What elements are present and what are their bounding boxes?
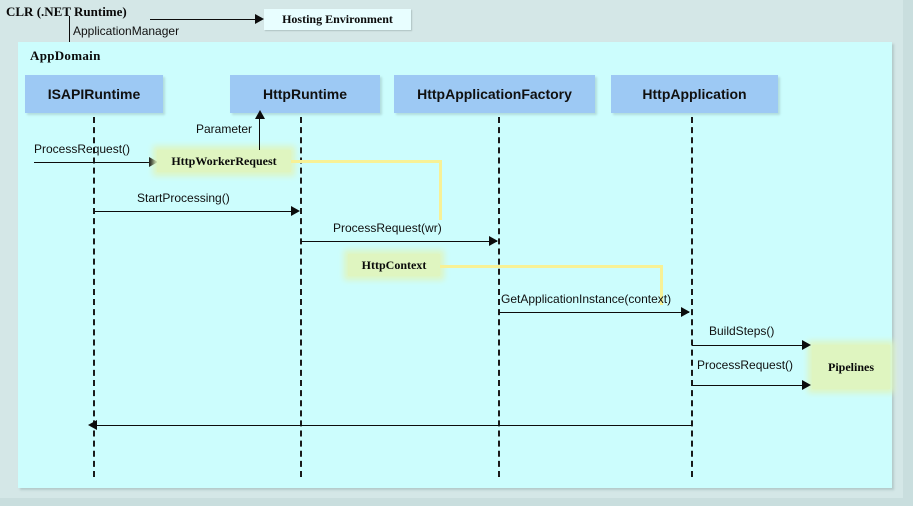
application-manager-label: ApplicationManager bbox=[73, 24, 180, 38]
appdomain-label: AppDomain bbox=[30, 48, 101, 63]
connector-http-context-horizontal bbox=[440, 265, 662, 268]
clr-to-hosting-line bbox=[150, 19, 256, 20]
actor-http-application[interactable]: HttpApplication bbox=[611, 75, 778, 113]
clr-runtime-label: CLR (.NET Runtime) bbox=[6, 4, 127, 19]
lifeline-http-runtime bbox=[300, 117, 302, 477]
actor-http-runtime[interactable]: HttpRuntime bbox=[230, 75, 380, 113]
actor-http-application-factory[interactable]: HttpApplicationFactory bbox=[394, 75, 595, 113]
message-arrowhead-build-steps bbox=[802, 340, 811, 350]
message-label-process-request-1: ProcessRequest() bbox=[34, 142, 131, 156]
return-arrowhead-to-isapi-runtime bbox=[88, 420, 97, 430]
lifeline-http-application bbox=[691, 117, 693, 477]
message-line-start-processing bbox=[94, 211, 293, 212]
message-arrowhead-get-application-instance bbox=[681, 307, 690, 317]
message-label-process-request-wr: ProcessRequest(wr) bbox=[333, 221, 442, 235]
note-pipelines: Pipelines bbox=[812, 345, 890, 389]
hosting-environment-box: Hosting Environment bbox=[264, 9, 411, 30]
message-line-process-request-2 bbox=[692, 385, 805, 386]
message-label-parameter: Parameter bbox=[196, 122, 253, 136]
connector-worker-request-vertical bbox=[439, 160, 442, 220]
note-http-context: HttpContext bbox=[348, 254, 440, 276]
message-line-build-steps bbox=[692, 345, 805, 346]
actor-isapi-runtime[interactable]: ISAPIRuntime bbox=[25, 75, 163, 113]
clr-to-hosting-arrowhead bbox=[255, 14, 264, 24]
message-arrowhead-process-request-2 bbox=[802, 380, 811, 390]
lifeline-http-application-factory bbox=[498, 117, 500, 477]
message-arrowhead-parameter bbox=[255, 110, 265, 119]
application-manager-line bbox=[69, 16, 70, 44]
message-label-get-application-instance: GetApplicationInstance(context) bbox=[501, 292, 672, 306]
message-line-get-application-instance bbox=[499, 312, 689, 313]
note-http-worker-request: HttpWorkerRequest bbox=[157, 150, 291, 172]
return-line-to-isapi-runtime bbox=[96, 425, 692, 426]
message-label-start-processing: StartProcessing() bbox=[137, 191, 230, 205]
connector-worker-request-horizontal bbox=[291, 160, 441, 163]
message-line-process-request-1 bbox=[34, 162, 151, 163]
message-label-process-request-2: ProcessRequest() bbox=[697, 358, 794, 372]
message-arrowhead-start-processing bbox=[291, 206, 300, 216]
message-line-process-request-wr bbox=[301, 241, 497, 242]
sequence-diagram-canvas: CLR (.NET Runtime) Hosting Environment A… bbox=[0, 0, 913, 506]
message-arrowhead-process-request-wr bbox=[489, 236, 498, 246]
message-label-build-steps: BuildSteps() bbox=[709, 324, 775, 338]
